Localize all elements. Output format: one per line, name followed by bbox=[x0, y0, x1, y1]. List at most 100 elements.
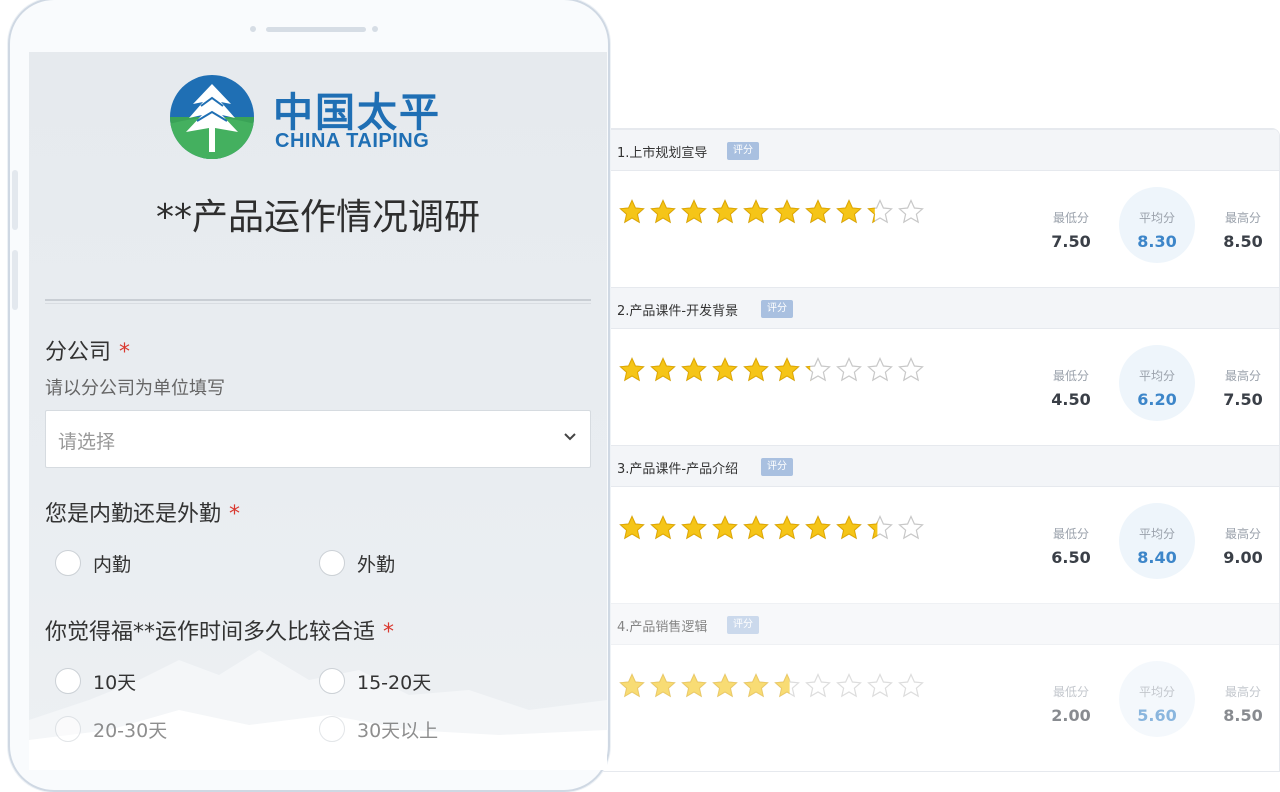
field-label-text: 您是内勤还是外勤 bbox=[45, 502, 222, 527]
star-filled-icon bbox=[650, 515, 676, 541]
radio-label: 20-30天 bbox=[93, 720, 168, 742]
phone-frame: 中国太平 CHINA TAIPING **产品运作情况调研 分公司 * 请以分公司… bbox=[8, 0, 610, 792]
select-placeholder: 请选择 bbox=[58, 431, 116, 453]
camera-dot bbox=[250, 26, 256, 32]
sensor-dot bbox=[372, 26, 378, 32]
branch-select[interactable]: 请选择 bbox=[45, 410, 591, 468]
tree-emblem-icon bbox=[170, 75, 254, 159]
rating-tag: 评分 bbox=[761, 458, 793, 476]
max-score-value: 8.50 bbox=[1223, 232, 1263, 251]
star-empty-icon bbox=[898, 357, 924, 383]
required-mark: * bbox=[229, 502, 241, 527]
radio-circle[interactable] bbox=[55, 668, 81, 694]
star-filled-icon bbox=[712, 357, 738, 383]
star-empty-icon bbox=[836, 357, 862, 383]
radio-circle[interactable] bbox=[319, 668, 345, 694]
max-score-label: 最高分 bbox=[1224, 685, 1261, 699]
avg-score-label: 平均分 bbox=[1138, 369, 1175, 383]
min-score-label: 最低分 bbox=[1052, 369, 1089, 383]
question-header: 4.产品销售逻辑 评分 bbox=[601, 603, 1279, 645]
avg-score-value: 5.60 bbox=[1137, 706, 1177, 725]
rating-question-block: 2.产品课件-开发背景 评分 最低分 4.50 平均分 6.20 最高分 7.50 bbox=[601, 287, 1279, 444]
star-filled-icon bbox=[650, 673, 676, 699]
star-filled-icon bbox=[774, 199, 800, 225]
star-filled-icon bbox=[805, 515, 831, 541]
avg-score-value: 8.40 bbox=[1137, 548, 1177, 567]
star-empty-icon bbox=[898, 199, 924, 225]
rating-tag: 评分 bbox=[761, 300, 793, 318]
field-hint-branch: 请以分公司为单位填写 bbox=[45, 378, 225, 399]
min-score-value: 7.50 bbox=[1051, 232, 1091, 251]
star-empty-icon bbox=[805, 673, 831, 699]
star-filled-icon bbox=[650, 199, 676, 225]
avg-score-label: 平均分 bbox=[1138, 211, 1175, 225]
max-score-value: 9.00 bbox=[1223, 548, 1263, 567]
min-score-label: 最低分 bbox=[1052, 211, 1089, 225]
star-empty-icon bbox=[898, 673, 924, 699]
required-mark: * bbox=[119, 340, 131, 365]
star-filled-icon bbox=[681, 199, 707, 225]
logo-english-text: CHINA TAIPING bbox=[275, 130, 430, 152]
rating-question-block: 1.上市规划宣导 评分最低分 7.50 平均分 8.30 最高分 8.50 bbox=[601, 129, 1279, 286]
chevron-down-icon bbox=[564, 433, 576, 441]
mountain-background bbox=[29, 650, 607, 770]
star-filled-icon bbox=[681, 357, 707, 383]
radio-label: 外勤 bbox=[357, 554, 396, 576]
radio-label: 30天以上 bbox=[357, 720, 439, 742]
radio-circle[interactable] bbox=[55, 550, 81, 576]
radio-circle[interactable] bbox=[55, 716, 81, 742]
max-score-label: 最高分 bbox=[1224, 369, 1261, 383]
radio-label: 内勤 bbox=[93, 554, 132, 576]
radio-label: 15-20天 bbox=[357, 672, 432, 694]
radio-label: 10天 bbox=[93, 672, 137, 694]
rating-question-block: 4.产品销售逻辑 评分 最低分 2.00 平均分 5.60 最高分 8.50 bbox=[601, 603, 1279, 760]
divider bbox=[45, 303, 591, 304]
rating-tag: 评分 bbox=[727, 616, 759, 634]
star-half-icon bbox=[805, 357, 831, 383]
star-filled-icon bbox=[743, 357, 769, 383]
max-score-label: 最高分 bbox=[1224, 211, 1261, 225]
star-filled-icon bbox=[836, 199, 862, 225]
star-filled-icon bbox=[681, 515, 707, 541]
phone-speaker bbox=[266, 27, 366, 32]
question-header: 2.产品课件-开发背景 评分 bbox=[601, 287, 1279, 329]
radio-circle[interactable] bbox=[319, 550, 345, 576]
star-empty-icon bbox=[898, 515, 924, 541]
avg-score-value: 8.30 bbox=[1137, 232, 1177, 251]
star-filled-icon bbox=[681, 673, 707, 699]
star-half-icon bbox=[774, 673, 800, 699]
avg-score-value: 6.20 bbox=[1137, 390, 1177, 409]
question-title: 3.产品课件-产品介绍 bbox=[617, 462, 739, 477]
max-score-value: 8.50 bbox=[1223, 706, 1263, 725]
star-filled-icon bbox=[712, 199, 738, 225]
star-filled-icon bbox=[619, 357, 645, 383]
question-header: 3.产品课件-产品介绍 评分 bbox=[601, 445, 1279, 487]
radio-circle[interactable] bbox=[319, 716, 345, 742]
star-empty-icon bbox=[867, 673, 893, 699]
star-filled-icon bbox=[805, 199, 831, 225]
star-filled-icon bbox=[619, 199, 645, 225]
min-score-value: 6.50 bbox=[1051, 548, 1091, 567]
rating-tag: 评分 bbox=[727, 142, 759, 160]
question-title: 2.产品课件-开发背景 bbox=[617, 304, 739, 319]
field-label-duty-type: 您是内勤还是外勤 * bbox=[45, 496, 240, 528]
china-taiping-logo: 中国太平 CHINA TAIPING bbox=[169, 74, 469, 160]
min-score-label: 最低分 bbox=[1052, 527, 1089, 541]
star-filled-icon bbox=[743, 673, 769, 699]
max-score-label: 最高分 bbox=[1224, 527, 1261, 541]
star-filled-icon bbox=[619, 673, 645, 699]
star-empty-icon bbox=[836, 673, 862, 699]
star-half-icon bbox=[867, 199, 893, 225]
star-filled-icon bbox=[619, 515, 645, 541]
star-filled-icon bbox=[712, 673, 738, 699]
star-filled-icon bbox=[743, 515, 769, 541]
question-header: 1.上市规划宣导 评分 bbox=[601, 129, 1279, 171]
phone-side-button bbox=[12, 250, 18, 310]
avg-score-label: 平均分 bbox=[1138, 527, 1175, 541]
field-label-branch: 分公司 * bbox=[45, 334, 130, 366]
question-title: 1.上市规划宣导 bbox=[617, 146, 708, 161]
divider bbox=[45, 299, 591, 301]
max-score-value: 7.50 bbox=[1223, 390, 1263, 409]
survey-screen: 中国太平 CHINA TAIPING **产品运作情况调研 分公司 * 请以分公司… bbox=[29, 52, 607, 770]
phone-side-button bbox=[12, 170, 18, 230]
